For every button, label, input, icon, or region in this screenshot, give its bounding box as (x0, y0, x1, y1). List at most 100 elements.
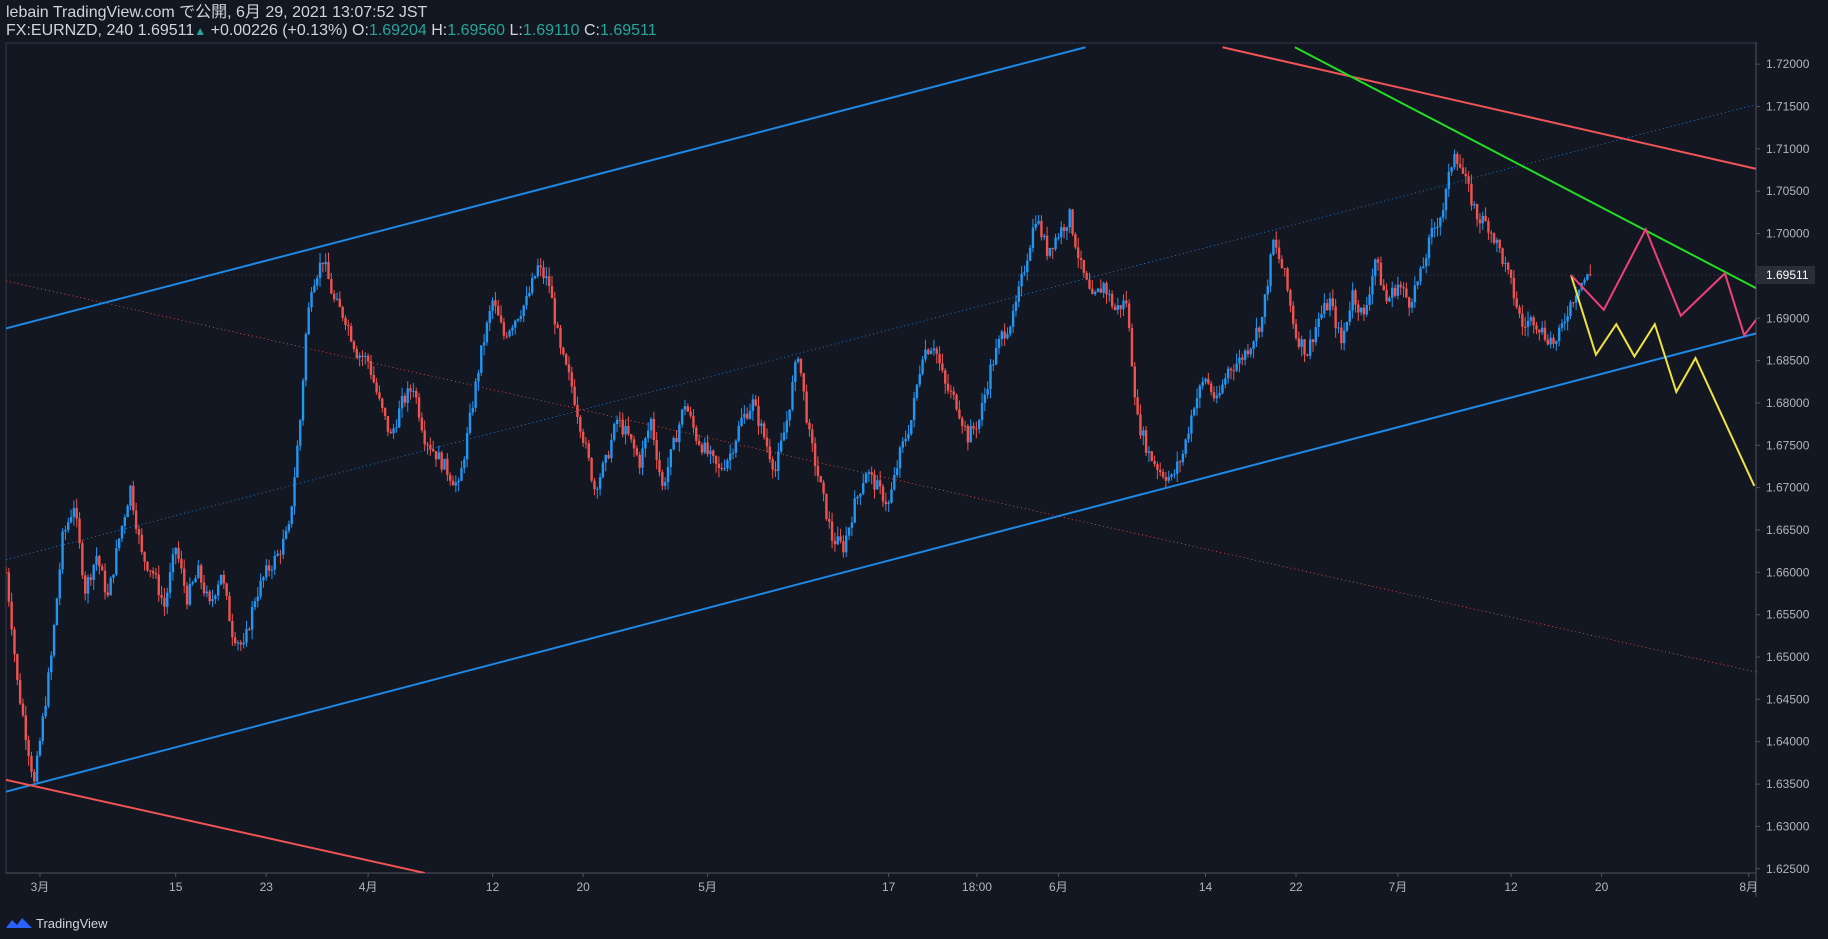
candle-body (598, 477, 602, 489)
candle-body (1436, 226, 1439, 228)
candle-body (335, 298, 339, 300)
candle-body (1348, 310, 1351, 322)
candle-body (301, 380, 305, 421)
price-chart[interactable]: 1.72000 1.71500 1.71000 1.70500 1.70000 1.695… (0, 0, 1828, 939)
candle-body (932, 348, 936, 351)
candle-body (1167, 477, 1170, 481)
candle-body (355, 349, 358, 359)
candle-body (1190, 415, 1193, 434)
candle-body (1311, 339, 1315, 343)
candle-body (567, 364, 571, 373)
candle-body (233, 637, 237, 644)
candle-body (332, 293, 336, 300)
candle-body (1362, 307, 1366, 315)
candle-body (723, 468, 726, 470)
candle-body (55, 598, 59, 626)
candle-body (1473, 204, 1476, 206)
candle-body (584, 442, 588, 444)
candle-body (47, 672, 50, 706)
candle-body (1470, 183, 1473, 206)
candle-body (253, 601, 257, 608)
candle-body (1447, 171, 1451, 190)
y-tick-label: 1.68500 (1766, 354, 1810, 368)
candle-body (893, 475, 896, 490)
candle-body (463, 459, 466, 469)
candle-body (1518, 307, 1521, 314)
candle-body (836, 536, 839, 545)
candle-body (1475, 204, 1479, 220)
candle-body (211, 599, 214, 602)
candle-body (103, 570, 107, 593)
candle-body (867, 472, 871, 474)
candle-body (364, 355, 367, 357)
candle-body (1521, 313, 1524, 327)
candle-body (1368, 294, 1371, 305)
candle-body (714, 455, 718, 464)
candle-body (485, 322, 489, 343)
candle-body (1272, 239, 1275, 255)
plot-frame (5, 42, 1757, 874)
candle-body (1456, 153, 1459, 164)
candle-body (1294, 323, 1298, 339)
candle-body (1306, 354, 1309, 356)
candle-body (163, 597, 166, 607)
candle-body (1586, 274, 1589, 280)
candle-body (929, 350, 933, 354)
candle-body (468, 412, 472, 433)
candle-body (1161, 471, 1165, 478)
candle-body (18, 680, 22, 704)
candle-body (601, 462, 605, 478)
candle-body (191, 582, 194, 584)
plot-area[interactable] (5, 43, 1828, 873)
candle-body (709, 450, 712, 455)
candle-body (508, 330, 511, 337)
candle-body (1334, 306, 1337, 329)
candle-body (1359, 307, 1363, 313)
candle-body (1020, 273, 1023, 287)
footer-brand[interactable]: TradingView (6, 912, 108, 934)
candle-body (273, 555, 276, 570)
candle-body (1201, 381, 1204, 386)
candle-body (1110, 293, 1114, 307)
candle-body (1297, 338, 1301, 347)
candle-body (1424, 258, 1428, 267)
candle-body (559, 327, 562, 348)
candle-body (1122, 300, 1125, 310)
candle-body (1345, 321, 1349, 331)
candle-body (938, 354, 941, 364)
candle-body (236, 642, 240, 644)
candle-body (992, 364, 995, 366)
candle-body (1557, 327, 1561, 342)
candle-body (403, 395, 407, 403)
candle-body (143, 552, 146, 562)
candle-body (1289, 290, 1292, 306)
candle-body (1340, 327, 1343, 344)
candle-body (1023, 272, 1026, 274)
candle-body (474, 381, 477, 408)
candle-body (743, 413, 746, 418)
candle-body (539, 265, 542, 268)
candle-body (587, 443, 590, 459)
candle-body (1235, 363, 1238, 371)
candle-body (197, 565, 200, 579)
red-dotted-trendline (6, 280, 1756, 673)
candle-body (16, 654, 19, 681)
candle-body (590, 458, 593, 481)
candle-body (287, 524, 291, 531)
candle-body (768, 446, 772, 460)
candle-body (1263, 294, 1267, 317)
candle-body (1105, 283, 1108, 295)
candle-body (799, 358, 803, 374)
candle-body (955, 394, 958, 410)
candle-body (649, 418, 653, 431)
candle-body (115, 548, 118, 575)
candle-body (318, 262, 322, 278)
candle-body (1549, 337, 1552, 345)
candle-body (935, 348, 938, 355)
candle-body (1427, 237, 1431, 259)
candle-body (13, 629, 16, 655)
candle-body (437, 452, 441, 460)
candle-body (850, 522, 854, 528)
candle-body (64, 530, 67, 532)
candle-body (1292, 305, 1295, 324)
